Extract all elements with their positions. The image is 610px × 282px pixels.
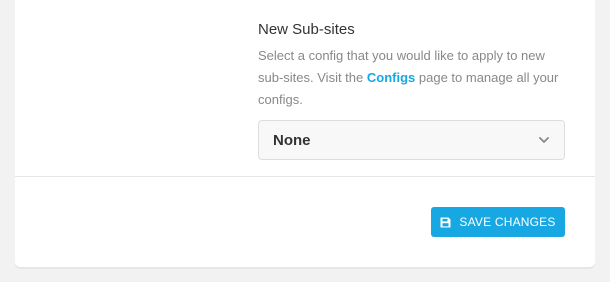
settings-card: New Sub-sites Select a config that you w… [15,0,595,267]
select-value: None [273,131,311,149]
section-description: Select a config that you would like to a… [258,45,568,111]
footer-divider [15,176,595,177]
floppy-disk-icon [440,217,451,228]
save-changes-label: SAVE CHANGES [459,215,556,229]
configs-link[interactable]: Configs [367,70,415,85]
section-title: New Sub-sites [258,21,355,38]
save-changes-button[interactable]: SAVE CHANGES [431,207,565,237]
chevron-down-icon [538,134,550,146]
config-select[interactable]: None [258,120,565,160]
